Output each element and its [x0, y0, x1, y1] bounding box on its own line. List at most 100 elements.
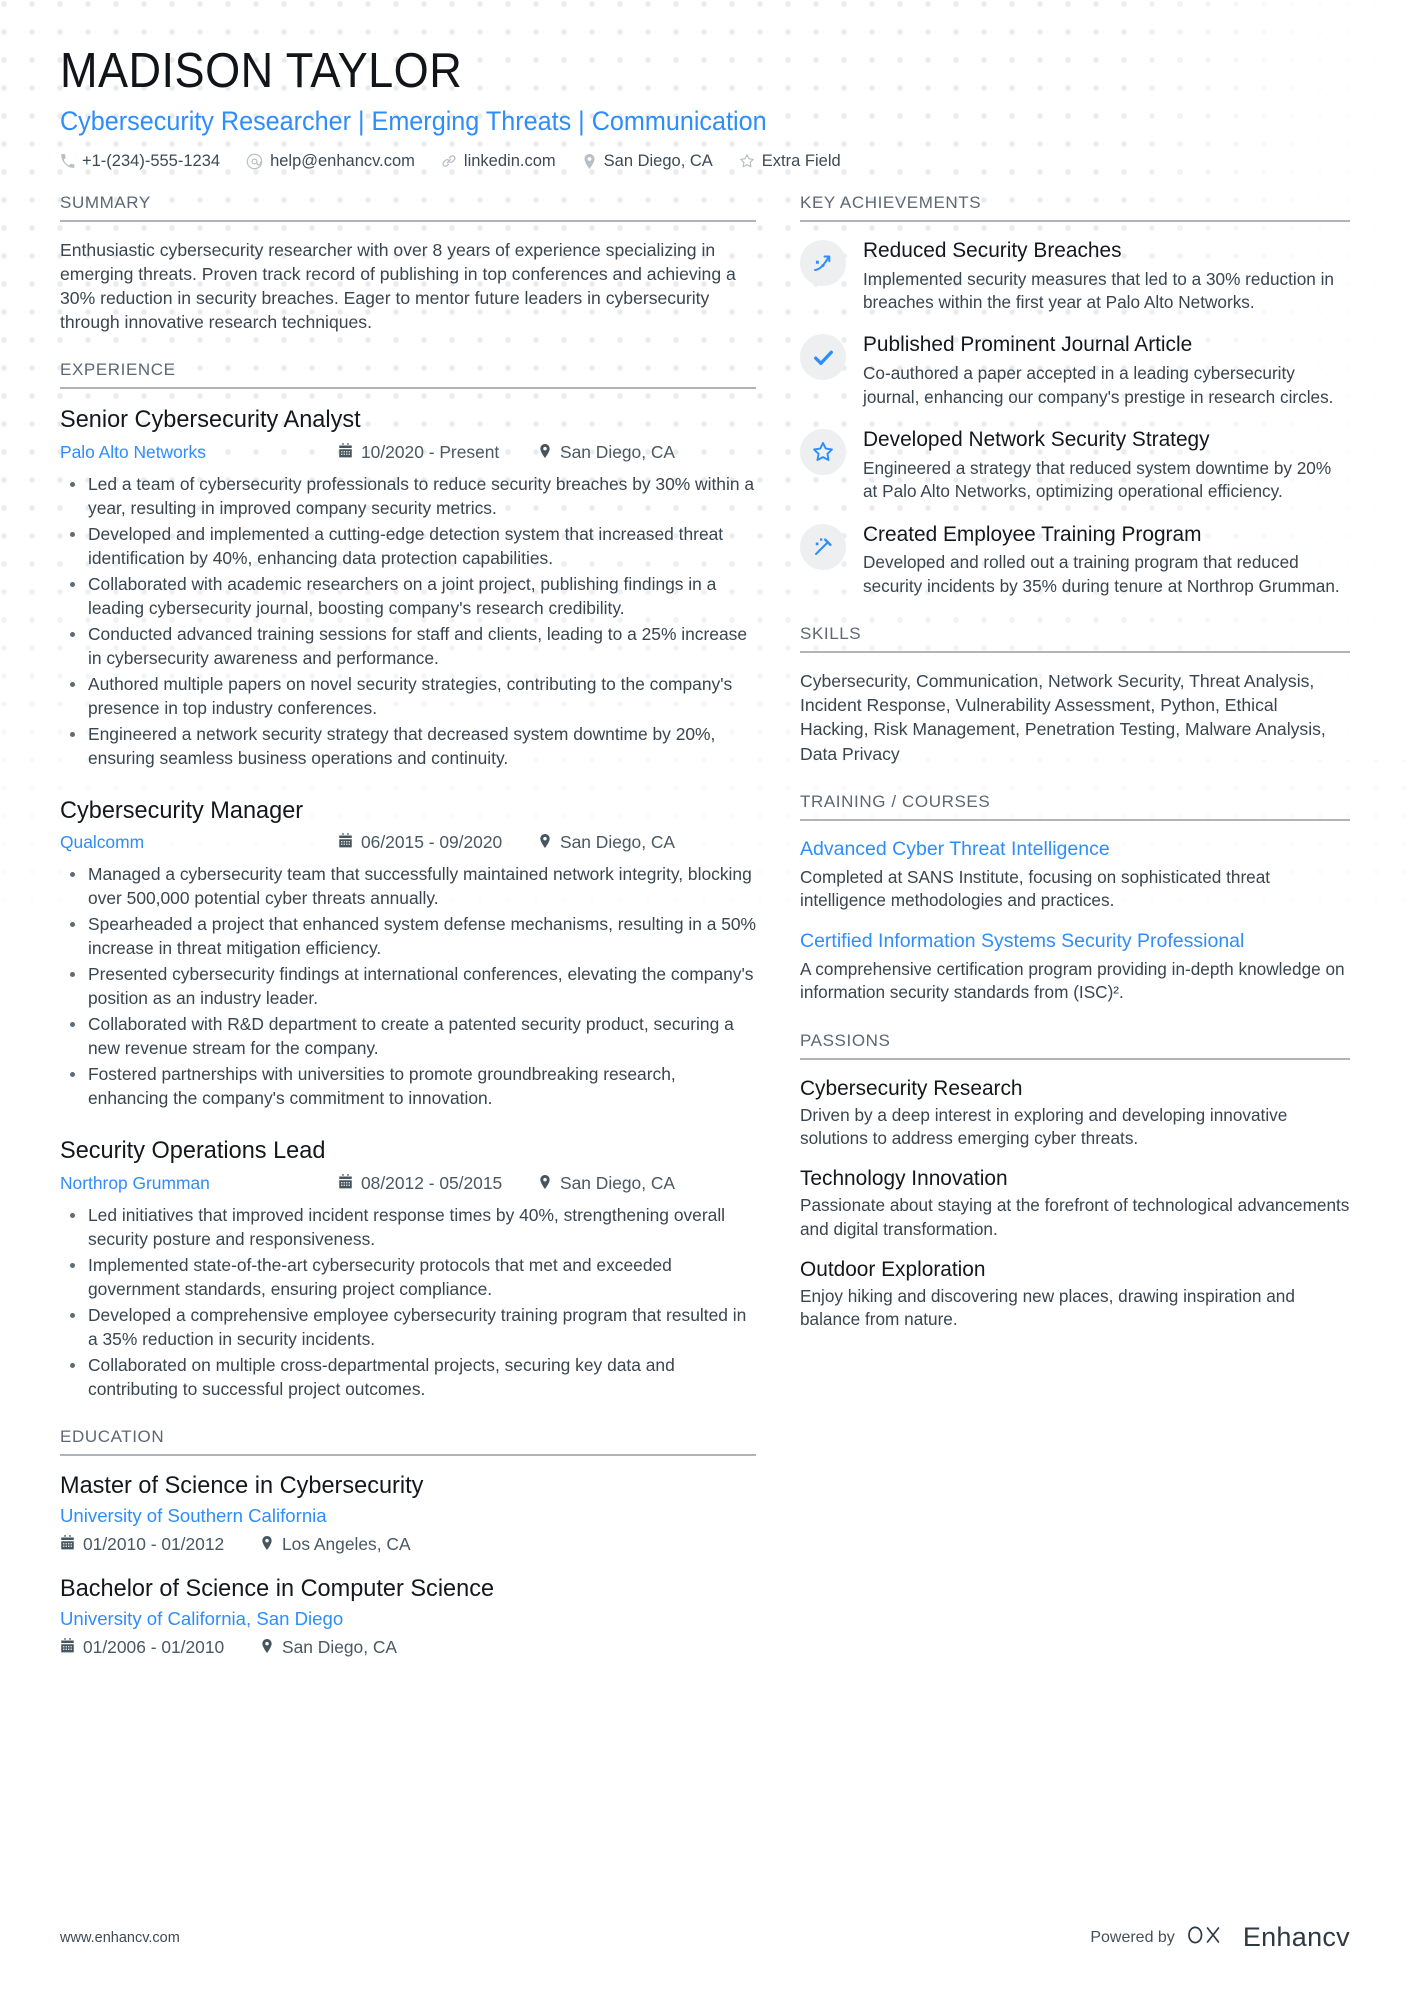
contact-extra[interactable]: Extra Field — [739, 152, 841, 171]
achievement-badge — [800, 334, 846, 381]
location-icon — [538, 832, 552, 853]
job-company[interactable]: Qualcomm — [60, 832, 338, 853]
experience-item: Security Operations Lead Northrop Grumma… — [60, 1136, 756, 1401]
education-meta: 01/2006 - 01/2010 San Diego, CA — [60, 1637, 756, 1658]
enhancv-wordmark: Enhancv — [1242, 1922, 1350, 1952]
job-bullets: Led initiatives that improved incident r… — [60, 1203, 756, 1401]
passion-item: Technology Innovation Passionate about s… — [800, 1166, 1350, 1241]
location-icon — [260, 1637, 274, 1658]
calendar-icon — [338, 1173, 353, 1194]
contact-location-text: San Diego, CA — [603, 151, 713, 170]
achievement-desc: Engineered a strategy that reduced syste… — [863, 457, 1332, 502]
achievement-item: Published Prominent Journal Article Co-a… — [800, 332, 1350, 409]
bullet: Managed a cybersecurity team that succes… — [70, 862, 756, 910]
contact-extra-text: Extra Field — [761, 151, 841, 170]
education-dates-text: 01/2006 - 01/2010 — [83, 1636, 225, 1657]
passion-desc: Enjoy hiking and discovering new places,… — [800, 1286, 1295, 1330]
calendar-icon — [60, 1637, 75, 1658]
education-dates: 01/2006 - 01/2010 — [60, 1637, 260, 1658]
bullet: Collaborated with academic researchers o… — [70, 572, 756, 620]
education-school[interactable]: University of Southern California — [60, 1505, 756, 1527]
right-column: KEY ACHIEVEMENTS Reduced Security Breach… — [800, 193, 1350, 1332]
contact-row: +1-(234)-555-1234 help@enhancv.com linke… — [60, 152, 1350, 171]
left-column: SUMMARY Enthusiastic cybersecurity resea… — [60, 193, 800, 1658]
passion-item: Cybersecurity Research Driven by a deep … — [800, 1076, 1350, 1151]
resume-columns: SUMMARY Enthusiastic cybersecurity resea… — [60, 193, 1350, 1658]
bullet: Developed a comprehensive employee cyber… — [70, 1303, 756, 1351]
job-dates-text: 08/2012 - 05/2015 — [361, 1172, 503, 1193]
achievement-title: Published Prominent Journal Article — [863, 332, 1193, 357]
email-icon — [246, 153, 263, 170]
enhancv-logo[interactable]: Enhancv — [1187, 1922, 1350, 1953]
training-heading: TRAINING / COURSES — [800, 792, 1350, 821]
course-name[interactable]: Certified Information Systems Security P… — [800, 929, 1350, 953]
education-degree: Bachelor of Science in Computer Science — [60, 1574, 495, 1602]
job-title: Senior Cybersecurity Analyst — [60, 406, 361, 434]
job-dates: 06/2015 - 09/2020 — [338, 832, 538, 853]
calendar-icon — [338, 442, 353, 463]
star-icon — [739, 153, 755, 169]
education-location-text: San Diego, CA — [282, 1636, 398, 1657]
contact-email-text: help@enhancv.com — [270, 151, 415, 170]
job-company[interactable]: Palo Alto Networks — [60, 442, 338, 463]
achievement-title: Developed Network Security Strategy — [863, 427, 1210, 452]
contact-phone-text: +1-(234)-555-1234 — [82, 151, 221, 170]
course-item: Certified Information Systems Security P… — [800, 929, 1350, 1005]
job-title: Security Operations Lead — [60, 1137, 326, 1165]
job-location-text: San Diego, CA — [560, 441, 676, 462]
education-item: Master of Science in Cybersecurity Unive… — [60, 1472, 756, 1555]
footer-branding: Powered by Enhancv — [1090, 1922, 1350, 1953]
contact-location[interactable]: San Diego, CA — [582, 152, 713, 171]
job-bullets: Led a team of cybersecurity professional… — [60, 472, 756, 770]
experience-heading: EXPERIENCE — [60, 360, 756, 390]
skills-text: Cybersecurity, Communication, Network Se… — [800, 671, 1326, 764]
passion-name: Cybersecurity Research — [800, 1075, 1023, 1100]
experience-item: Cybersecurity Manager Qualcomm 06/2015 -… — [60, 796, 756, 1111]
star-outline-icon — [811, 440, 835, 464]
powered-by-label: Powered by — [1090, 1928, 1175, 1946]
resume-content: MADISON TAYLOR Cybersecurity Researcher … — [0, 0, 1410, 1658]
bullet: Conducted advanced training sessions for… — [70, 622, 756, 670]
job-dates-text: 06/2015 - 09/2020 — [361, 832, 503, 853]
education-item: Bachelor of Science in Computer Science … — [60, 1575, 756, 1658]
job-meta: Northrop Grumman 08/2012 - 05/2015 San D… — [60, 1173, 756, 1194]
candidate-name: MADISON TAYLOR — [60, 44, 463, 98]
job-dates: 08/2012 - 05/2015 — [338, 1173, 538, 1194]
job-meta: Qualcomm 06/2015 - 09/2020 San Diego, CA — [60, 832, 756, 853]
section-passions: PASSIONS Cybersecurity Research Driven b… — [800, 1031, 1350, 1332]
section-training: TRAINING / COURSES Advanced Cyber Threat… — [800, 792, 1350, 1005]
location-icon — [260, 1534, 274, 1555]
footer-website[interactable]: www.enhancv.com — [60, 1930, 180, 1946]
achievement-desc: Implemented security measures that led t… — [863, 268, 1334, 313]
achievement-item: Developed Network Security Strategy Engi… — [800, 427, 1350, 504]
section-skills: SKILLS Cybersecurity, Communication, Net… — [800, 624, 1350, 765]
job-company[interactable]: Northrop Grumman — [60, 1173, 338, 1194]
bullet: Engineered a network security strategy t… — [70, 722, 756, 770]
achievement-item: Created Employee Training Program Develo… — [800, 522, 1350, 599]
job-location: San Diego, CA — [538, 832, 675, 853]
education-location: Los Angeles, CA — [260, 1534, 411, 1555]
achievement-title: Reduced Security Breaches — [863, 237, 1122, 262]
bullet: Led a team of cybersecurity professional… — [70, 472, 756, 520]
passion-name: Technology Innovation — [800, 1166, 1008, 1191]
bullet: Implemented state-of-the-art cybersecuri… — [70, 1253, 756, 1301]
checkmark-icon — [811, 345, 836, 370]
experience-item: Senior Cybersecurity Analyst Palo Alto N… — [60, 405, 756, 770]
contact-link[interactable]: linkedin.com — [441, 152, 556, 171]
job-bullets: Managed a cybersecurity team that succes… — [60, 862, 756, 1110]
course-desc: A comprehensive certification program pr… — [800, 958, 1345, 1003]
education-school[interactable]: University of California, San Diego — [60, 1608, 756, 1630]
location-icon — [582, 153, 597, 169]
bullet: Led initiatives that improved incident r… — [70, 1203, 756, 1251]
course-name[interactable]: Advanced Cyber Threat Intelligence — [800, 837, 1350, 861]
achievement-badge — [800, 523, 846, 570]
education-location: San Diego, CA — [260, 1637, 397, 1658]
bullet: Collaborated with R&D department to crea… — [70, 1012, 756, 1060]
achievement-item: Reduced Security Breaches Implemented se… — [800, 238, 1350, 315]
contact-email[interactable]: help@enhancv.com — [246, 152, 415, 171]
bullet: Collaborated on multiple cross-departmen… — [70, 1353, 756, 1401]
course-item: Advanced Cyber Threat Intelligence Compl… — [800, 837, 1350, 913]
contact-phone[interactable]: +1-(234)-555-1234 — [60, 152, 220, 171]
achievements-heading: KEY ACHIEVEMENTS — [800, 193, 1350, 222]
passion-name: Outdoor Exploration — [800, 1257, 986, 1282]
